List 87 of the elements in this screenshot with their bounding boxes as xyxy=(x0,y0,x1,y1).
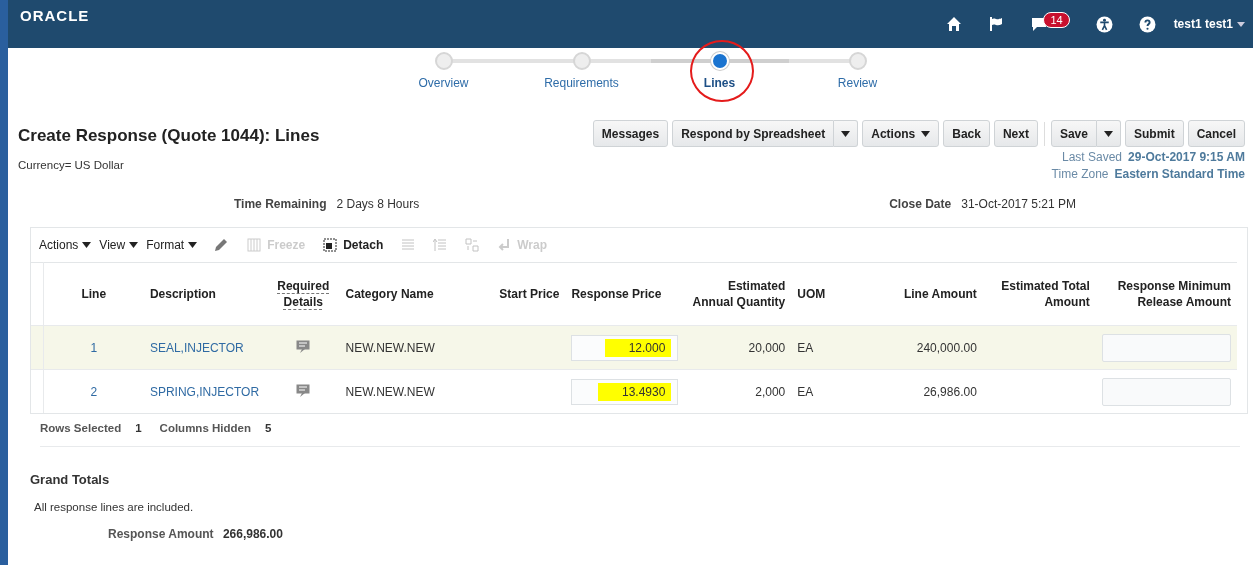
column-header: Required Details xyxy=(276,278,331,310)
table-cell: EA xyxy=(797,384,814,399)
caret-icon xyxy=(129,242,139,248)
detach-icon xyxy=(323,238,338,252)
action-button[interactable]: Next xyxy=(993,120,1038,147)
time-remaining-label: Time Remaining xyxy=(234,197,327,211)
column-header: Line Amount xyxy=(903,287,977,301)
action-button[interactable]: Messages xyxy=(592,120,669,147)
toolbar-menu[interactable]: View xyxy=(99,238,139,252)
note-text: All response lines are included. xyxy=(34,501,195,513)
details-icon[interactable] xyxy=(296,383,311,397)
time-zone-value: Eastern Standard Time xyxy=(1114,167,1245,181)
response-price-field[interactable]: 12.000 xyxy=(571,334,679,361)
dropdown-button[interactable] xyxy=(834,120,859,147)
detach-button[interactable]: Detach xyxy=(323,238,384,252)
last-saved-label: Last Saved xyxy=(1062,150,1123,164)
menu-button[interactable]: Actions xyxy=(862,120,940,147)
columns-hidden-label: Columns Hidden xyxy=(159,422,251,434)
caret-icon xyxy=(841,130,851,137)
caret-icon xyxy=(82,242,92,248)
line-number-link[interactable]: 1 xyxy=(90,340,98,355)
table-row[interactable]: 2 SPRING,INJECTOR NEW.NEW.NEW 13.4930 2,000 EA 26,986.00 xyxy=(31,369,1237,413)
page-title: Create Response (Quote 1044): Lines xyxy=(18,126,320,146)
train-step-link[interactable]: Requirements xyxy=(544,76,619,90)
description-link[interactable]: SPRING,INJECTOR xyxy=(149,384,260,399)
caret-icon xyxy=(1237,21,1245,27)
home-icon[interactable] xyxy=(946,16,963,32)
split-button[interactable]: Respond by Spreadsheet xyxy=(672,120,835,147)
table-cell: 2,000 xyxy=(755,384,786,399)
logo: ORACLE xyxy=(20,6,90,24)
columns-hidden-value: 5 xyxy=(264,422,272,434)
chat-bubble-icon xyxy=(1030,16,1049,32)
caret-icon xyxy=(188,242,198,248)
price-value: 12.000 xyxy=(604,338,672,357)
action-button[interactable]: Cancel xyxy=(1187,120,1245,147)
table-cell: 20,000 xyxy=(748,340,786,355)
rows-selected-value: 1 xyxy=(135,422,142,434)
column-header: UOM xyxy=(797,287,826,301)
column-header: Start Price xyxy=(499,287,560,301)
train-step-link[interactable]: Lines xyxy=(703,76,736,90)
response-price-field[interactable]: 13.4930 xyxy=(571,378,679,405)
toolbar-menu[interactable]: Format xyxy=(146,238,198,252)
rows-selected-label: Rows Selected xyxy=(40,422,122,434)
price-value: 13.4930 xyxy=(598,382,672,401)
accessibility-icon[interactable] xyxy=(1095,15,1113,33)
toolbar-menu[interactable]: Actions xyxy=(39,238,92,252)
wrap-icon xyxy=(497,238,512,252)
help-icon[interactable] xyxy=(1138,15,1156,33)
action-button[interactable]: Back xyxy=(943,120,990,147)
time-zone-label: Time Zone xyxy=(1051,167,1109,181)
table-cell: NEW.NEW.NEW xyxy=(345,384,435,399)
currency-text: Currency= US Dollar xyxy=(18,159,125,171)
column-header: Response Minimum Release Amount xyxy=(1117,279,1231,309)
table-cell: NEW.NEW.NEW xyxy=(345,340,435,355)
close-date-value: 31-Oct-2017 5:21 PM xyxy=(961,197,1076,211)
train-step-link[interactable]: Review xyxy=(837,76,878,90)
section-title: Grand Totals xyxy=(30,472,111,487)
notification-count: 14 xyxy=(1043,12,1070,28)
table-cell: 26,986.00 xyxy=(923,384,977,399)
column-header: Estimated Total Amount xyxy=(1001,279,1090,309)
column-header: Response Price xyxy=(571,287,662,301)
flag-icon[interactable] xyxy=(988,16,1005,32)
caret-icon xyxy=(921,130,931,137)
response-amount-label: Response Amount xyxy=(108,527,214,541)
column-header: Category Name xyxy=(345,287,434,301)
column-header: Estimated Annual Quantity xyxy=(692,279,786,309)
train-step-link[interactable]: Overview xyxy=(418,76,469,90)
column-header: Description xyxy=(149,287,216,301)
column-header: Line xyxy=(81,287,107,301)
user-menu[interactable]: test1 test1 xyxy=(1173,17,1245,31)
split-button[interactable]: Save xyxy=(1050,120,1097,147)
pencil-icon[interactable] xyxy=(213,237,230,253)
release-amount-field[interactable] xyxy=(1101,377,1231,406)
columns-icon xyxy=(247,238,262,252)
caret-icon xyxy=(1103,130,1113,137)
response-amount-value: 266,986.00 xyxy=(222,527,283,541)
time-remaining-value: 2 Days 8 Hours xyxy=(336,197,420,211)
table-cell: 240,000.00 xyxy=(916,340,977,355)
close-date-label: Close Date xyxy=(889,197,952,211)
last-saved-value: 29-Oct-2017 9:15 AM xyxy=(1128,150,1245,164)
table-cell: EA xyxy=(797,340,814,355)
details-icon[interactable] xyxy=(296,339,311,353)
release-amount-field[interactable] xyxy=(1101,333,1231,362)
dropdown-button[interactable] xyxy=(1096,120,1121,147)
table-row[interactable]: 1 SEAL,INJECTOR NEW.NEW.NEW 12.000 20,000 EA 240,000.00 xyxy=(31,325,1237,370)
line-number-link[interactable]: 2 xyxy=(90,384,98,399)
action-button[interactable]: Submit xyxy=(1124,120,1184,147)
